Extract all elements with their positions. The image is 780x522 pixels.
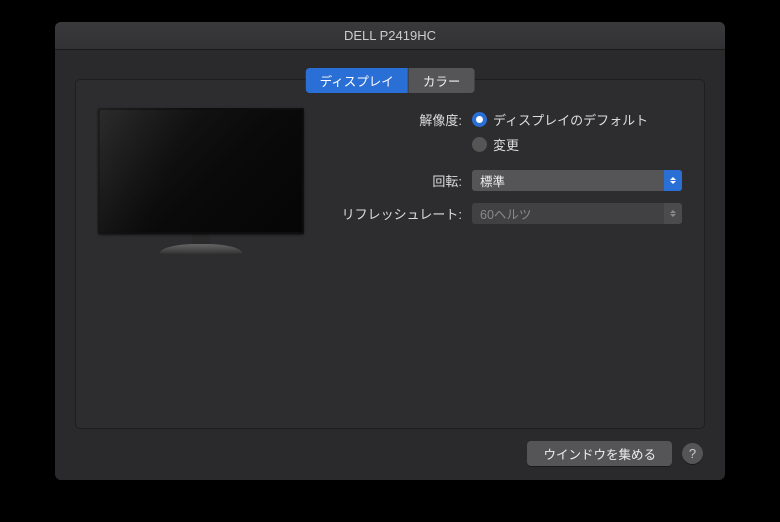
monitor-screen-icon [98,108,304,234]
rotation-value: 標準 [480,171,505,190]
radio-dot-icon [472,137,487,152]
radio-resolution-default[interactable]: ディスプレイのデフォルト [472,110,648,129]
preferences-window: DELL P2419HC ディスプレイ カラー 解像度: [55,22,725,480]
monitor-preview [98,108,304,254]
resolution-label: 解像度: [332,110,472,129]
settings-panel: 解像度: ディスプレイのデフォルト 変更 [75,79,705,429]
radio-label-scaled: 変更 [493,135,519,154]
rotation-select[interactable]: 標準 [472,170,682,191]
window-title: DELL P2419HC [55,22,725,50]
refresh-row: リフレッシュレート: 60ヘルツ [332,203,682,224]
settings-form: 解像度: ディスプレイのデフォルト 変更 [332,108,682,254]
radio-resolution-scaled[interactable]: 変更 [472,135,519,154]
resolution-row-default: 解像度: ディスプレイのデフォルト [332,110,682,129]
gather-windows-button[interactable]: ウインドウを集める [527,441,672,466]
stepper-arrows-icon [664,170,682,191]
footer: ウインドウを集める ? [527,441,703,466]
radio-dot-icon [472,112,487,127]
rotation-row: 回転: 標準 [332,170,682,191]
panel-inner: 解像度: ディスプレイのデフォルト 変更 [98,108,682,254]
resolution-row-scaled: 変更 [332,135,682,154]
refresh-select: 60ヘルツ [472,203,682,224]
tab-color[interactable]: カラー [409,68,475,93]
monitor-stand-neck [192,234,210,244]
refresh-value: 60ヘルツ [480,204,531,223]
tab-display[interactable]: ディスプレイ [306,68,409,93]
help-button[interactable]: ? [682,443,703,464]
stepper-arrows-icon [664,203,682,224]
rotation-label: 回転: [332,171,472,190]
refresh-label: リフレッシュレート: [332,204,472,223]
tab-bar: ディスプレイ カラー [306,68,475,93]
radio-label-default: ディスプレイのデフォルト [493,110,648,129]
resolution-group: 解像度: ディスプレイのデフォルト 変更 [332,110,682,154]
monitor-stand-base [160,244,242,254]
window-content: ディスプレイ カラー 解像度: ディ [55,50,725,480]
